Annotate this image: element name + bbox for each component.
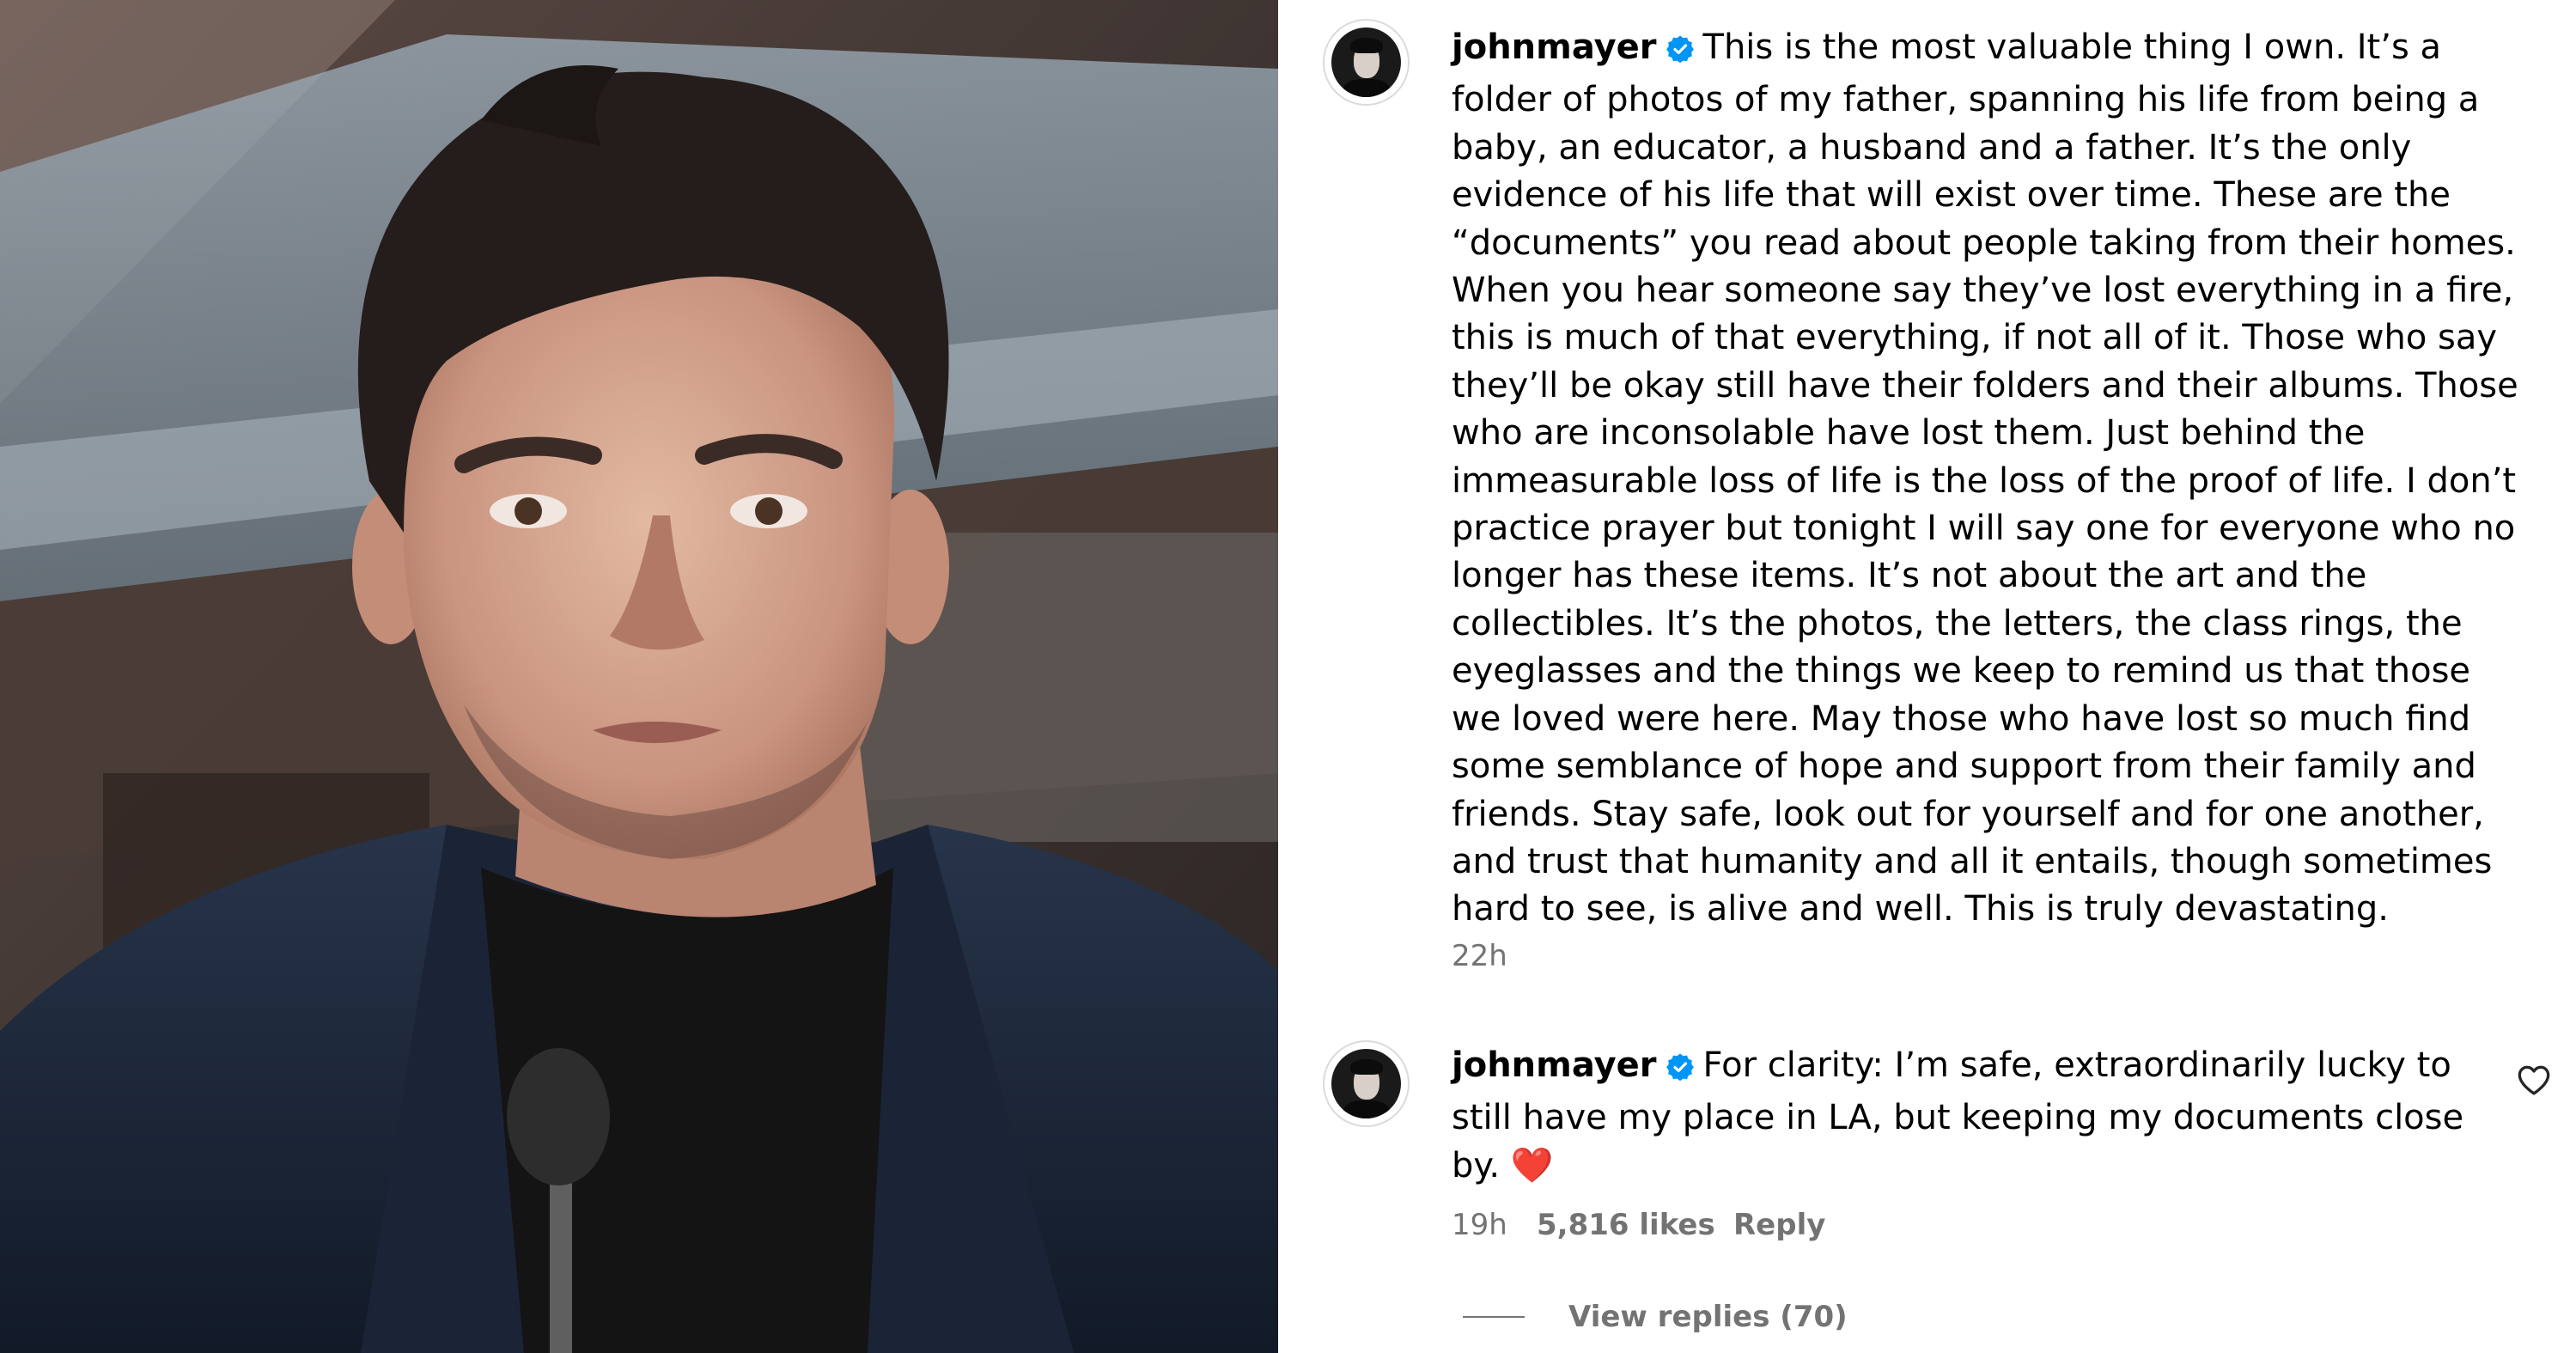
reply-button[interactable]: Reply [1733,1208,1825,1242]
portrait-photo [0,0,1278,1353]
view-replies-button[interactable]: View replies (70) [1568,1300,1848,1334]
verified-badge-icon [1666,29,1695,76]
post-caption-text: This is the most valuable thing I own. I… [1452,27,2518,929]
comment-likes-count[interactable]: 5,816 likes [1537,1208,1715,1242]
comment-author-username[interactable]: johnmayer [1452,1045,1657,1085]
verified-badge-icon [1666,1047,1695,1094]
panel-divider [1278,0,1300,1353]
like-comment-button[interactable] [2517,1064,2551,1100]
heart-outline-icon [2518,1065,2550,1095]
post-author-username[interactable]: johnmayer [1452,27,1657,67]
post-author-avatar[interactable] [1323,19,1410,106]
view-replies-line [1463,1316,1525,1318]
comment-timestamp[interactable]: 19h [1452,1208,1507,1242]
comment-author-avatar[interactable] [1323,1040,1410,1127]
comment-body: johnmayer For clarity: I’m safe, extraord… [1452,1042,2465,1190]
post-timestamp[interactable]: 22h [1452,939,1507,973]
portrait-illustration [0,0,1278,1353]
post-caption: johnmayer This is the most valuable thing… [1452,24,2530,934]
